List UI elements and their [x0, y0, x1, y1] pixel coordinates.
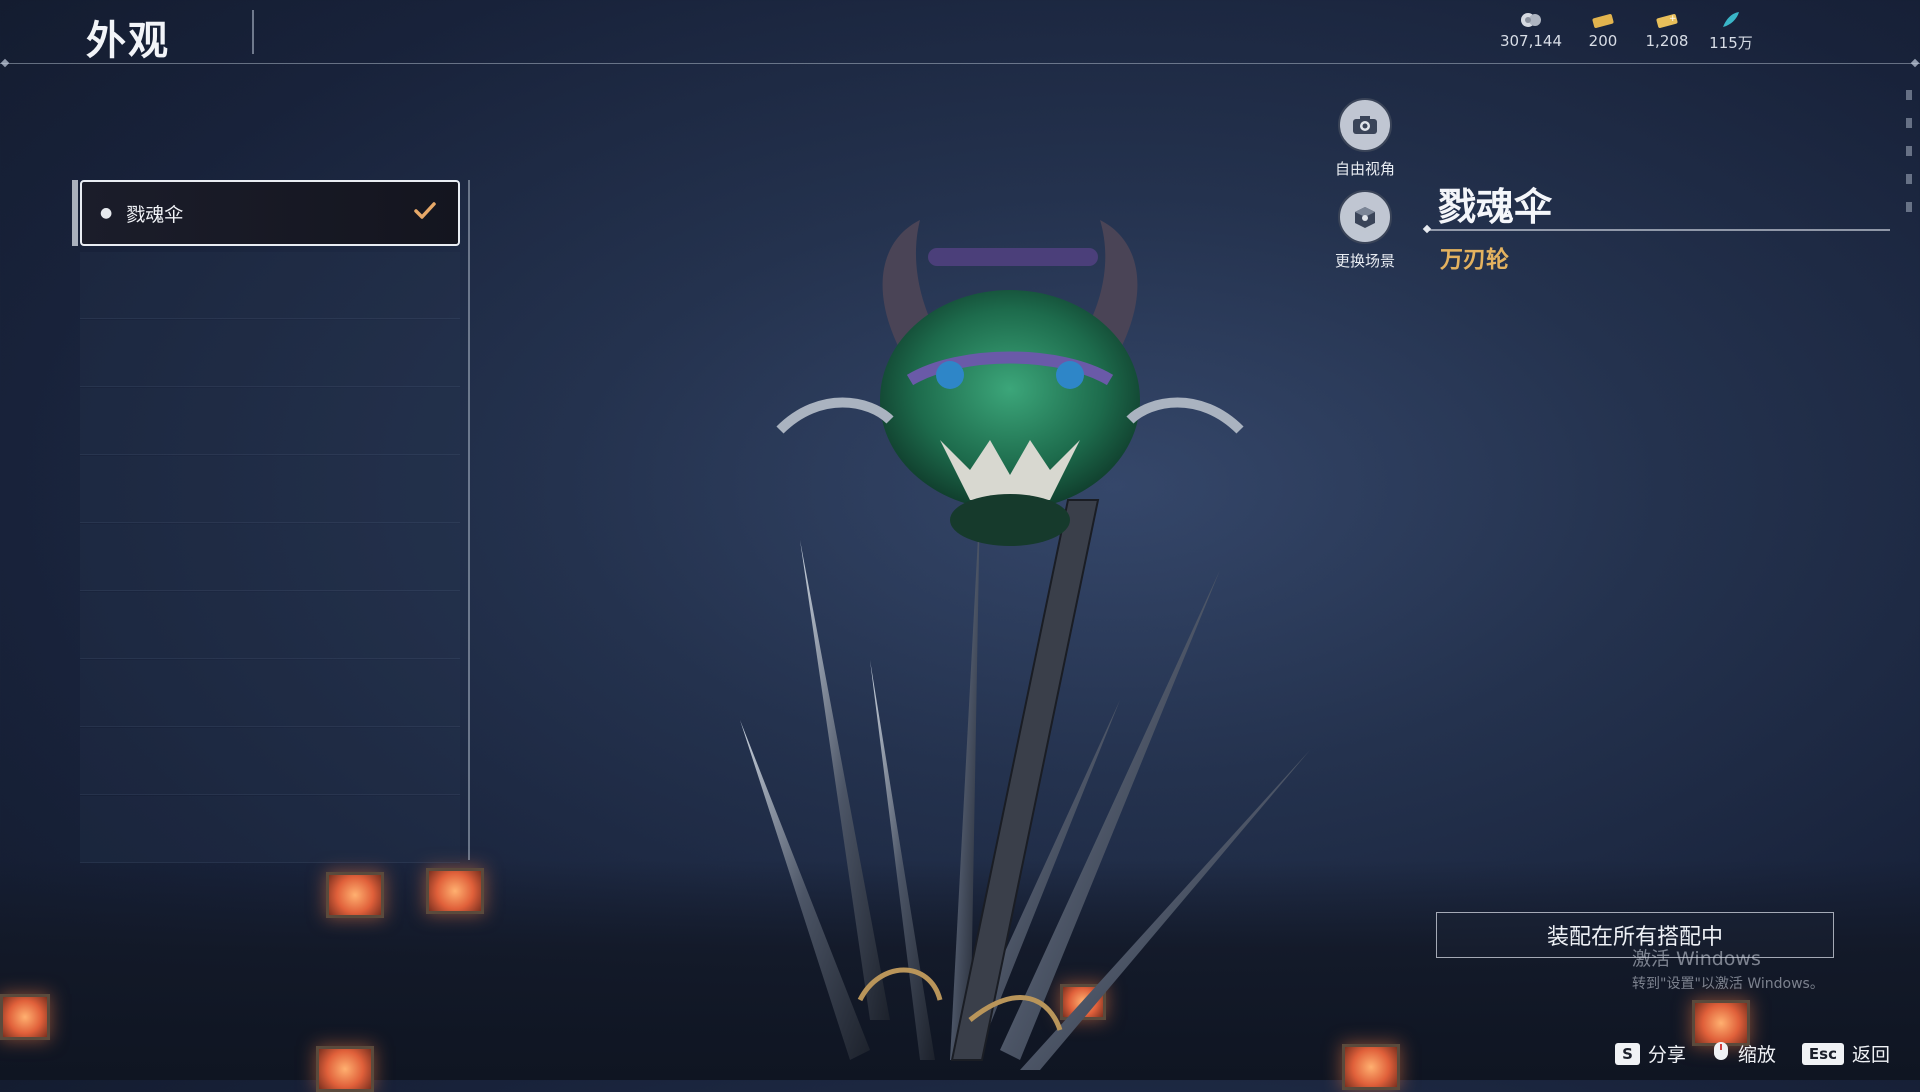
currency-coin[interactable]: 307,144 [1500, 10, 1562, 53]
check-icon [412, 198, 438, 228]
list-slot-empty[interactable] [80, 456, 460, 523]
gold-ticket-plus-icon: + [1654, 10, 1680, 30]
list-slot-empty[interactable] [80, 592, 460, 659]
change-scene-button[interactable]: 更换场景 [1310, 190, 1420, 271]
lantern-decoration [426, 868, 484, 914]
change-scene-label: 更换场景 [1334, 252, 1395, 270]
zoom-hint[interactable]: 缩放 [1712, 1040, 1776, 1067]
currency-feather[interactable]: 115万 [1708, 10, 1754, 53]
list-slot-empty[interactable] [80, 796, 460, 863]
item-name-underline [1428, 229, 1890, 231]
list-item-selected[interactable]: ● 戮魂伞 [72, 180, 460, 246]
share-hint[interactable]: S 分享 [1615, 1040, 1686, 1067]
lantern-decoration [1342, 1044, 1400, 1090]
lantern-decoration [316, 1046, 374, 1092]
list-slot-empty[interactable] [80, 388, 460, 455]
list-scroll-rail[interactable] [468, 180, 470, 860]
watermark-line2: 转到"设置"以激活 Windows。 [1632, 976, 1824, 992]
list-slot-empty[interactable] [80, 252, 460, 319]
currency-gold-ticket-plus[interactable]: + 1,208 [1644, 10, 1690, 53]
back-label: 返回 [1851, 1044, 1890, 1066]
s-key-icon: S [1615, 1042, 1640, 1065]
header-divider [0, 63, 1920, 64]
currency-value: 307,144 [1499, 32, 1562, 50]
droplet-icon: ● [100, 205, 113, 221]
item-name: 戮魂伞 [1438, 185, 1553, 229]
list-slot-empty[interactable] [80, 524, 460, 591]
list-item-label: 戮魂伞 [126, 203, 184, 226]
cube-icon [1338, 190, 1392, 244]
key-hints: S 分享 缩放 Esc 返回 [1615, 1040, 1890, 1067]
currency-value: 1,208 [1645, 32, 1689, 50]
watermark-line1: 激活 Windows [1632, 948, 1761, 970]
share-label: 分享 [1647, 1044, 1686, 1066]
svg-text:+: + [1669, 14, 1677, 24]
list-slot-empty[interactable] [80, 728, 460, 795]
free-view-label: 自由视角 [1334, 160, 1395, 178]
lantern-decoration [326, 872, 384, 918]
top-bar: 外观 307,144 200 + 1,208 115万 [0, 0, 1920, 64]
page-title: 外观 [86, 18, 170, 64]
currency-value: 200 [1588, 32, 1618, 50]
free-view-button[interactable]: 自由视角 [1310, 98, 1420, 179]
list-slot-empty[interactable] [80, 660, 460, 727]
title-divider [252, 10, 254, 54]
currency-bar: 307,144 200 + 1,208 115万 [1500, 10, 1754, 53]
right-scroll-indicator[interactable] [1906, 90, 1914, 230]
item-type: 万刃轮 [1440, 247, 1509, 273]
esc-key-icon: Esc [1801, 1042, 1844, 1065]
mouse-icon [1712, 1040, 1730, 1067]
windows-activation-watermark: 激活 Windows 转到"设置"以激活 Windows。 [1632, 944, 1824, 993]
lantern-decoration [0, 994, 50, 1040]
zoom-label: 缩放 [1737, 1044, 1776, 1066]
list-slot-empty[interactable] [80, 320, 460, 387]
coin-icon [1518, 10, 1544, 30]
feather-icon [1718, 10, 1744, 30]
weapon-model[interactable] [720, 200, 1340, 1080]
back-hint[interactable]: Esc 返回 [1801, 1040, 1890, 1067]
currency-value: 115万 [1709, 34, 1753, 52]
currency-gold-ticket[interactable]: 200 [1580, 10, 1626, 53]
camera-icon [1338, 98, 1392, 152]
gold-ticket-icon [1590, 10, 1616, 30]
